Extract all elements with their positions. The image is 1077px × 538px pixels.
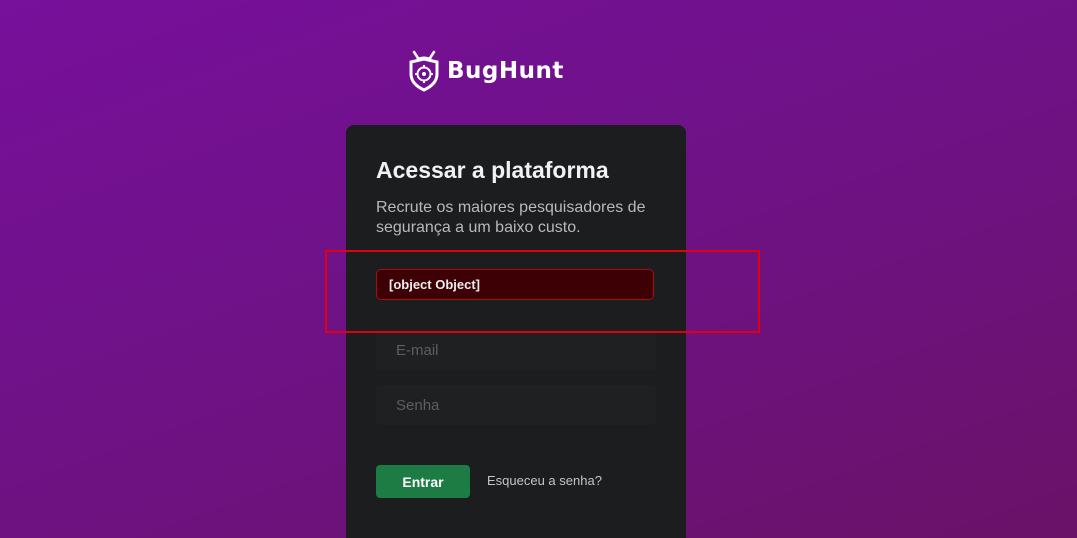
page-subtitle: Recrute os maiores pesquisadores de segu…: [376, 199, 646, 236]
page-title: Acessar a plataforma: [376, 157, 609, 183]
shield-bug-target-icon: [409, 50, 439, 92]
brand-name: BugHunt: [447, 58, 564, 84]
login-card: Acessar a plataforma Recrute os maiores …: [346, 125, 686, 538]
brand-logo: BugHunt: [407, 50, 564, 92]
error-alert: [object Object]: [376, 269, 654, 300]
password-field[interactable]: [376, 385, 656, 425]
login-button[interactable]: Entrar: [376, 465, 470, 498]
email-field[interactable]: [376, 330, 656, 370]
forgot-password-link[interactable]: Esqueceu a senha?: [487, 473, 602, 488]
